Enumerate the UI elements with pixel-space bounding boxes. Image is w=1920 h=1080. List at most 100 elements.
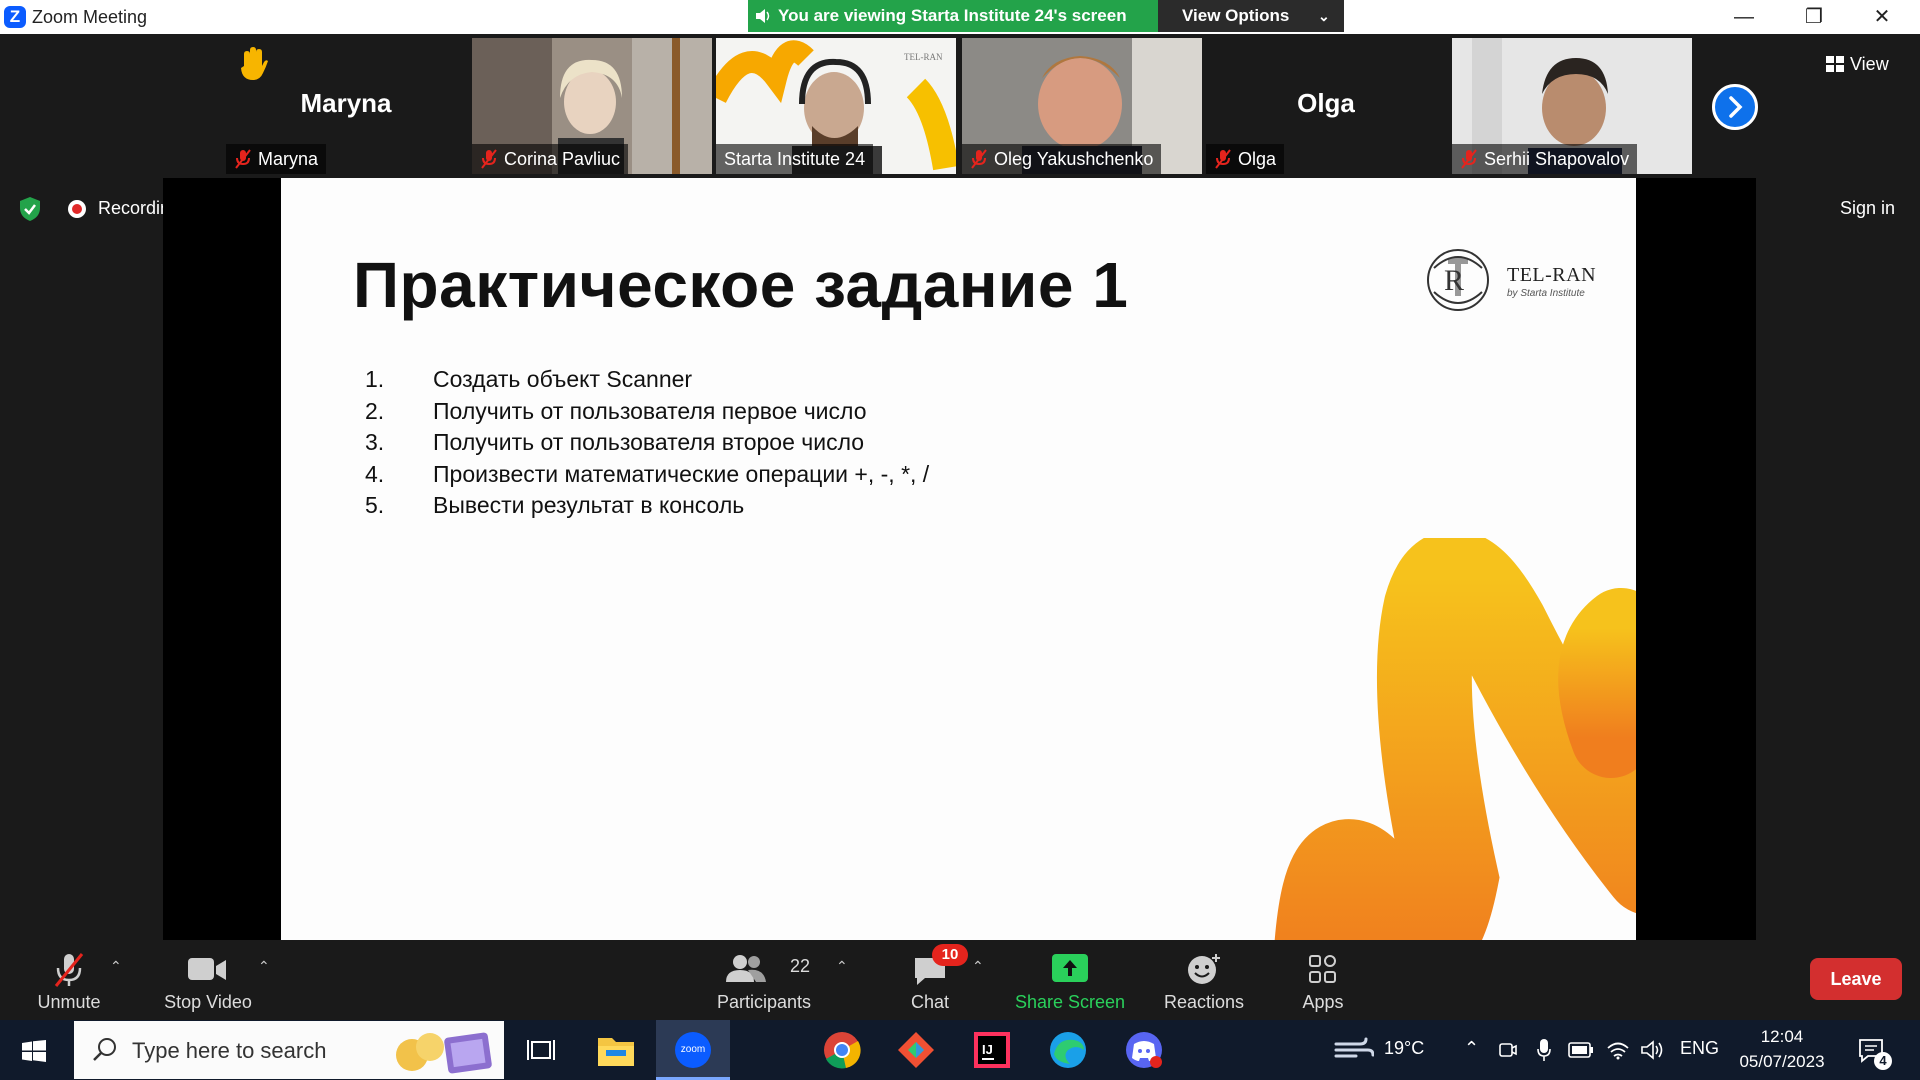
unmute-button[interactable]: Unmute bbox=[24, 942, 114, 1020]
clock-time: 12:04 bbox=[1760, 1027, 1804, 1046]
microphone-icon[interactable] bbox=[1536, 1038, 1552, 1062]
svg-text:TEL-RAN: TEL-RAN bbox=[904, 52, 943, 62]
list-item: 3. Получить от пользователя второе число bbox=[365, 429, 865, 455]
sign-in-link[interactable]: Sign in bbox=[1840, 198, 1895, 219]
windows-start-icon[interactable] bbox=[22, 1040, 46, 1062]
leave-button[interactable]: Leave bbox=[1810, 958, 1902, 1000]
chat-label: Chat bbox=[910, 992, 950, 1012]
reactions-button[interactable]: Reactions bbox=[1156, 942, 1252, 1020]
participants-label: Participants bbox=[716, 992, 812, 1012]
participant-tile-starta[interactable]: TEL-RAN Starta Institute 24 bbox=[716, 38, 956, 174]
close-button[interactable]: ✕ bbox=[1852, 0, 1912, 34]
participant-tile-corina[interactable]: Corina Pavliuc bbox=[472, 38, 712, 174]
grid-view-icon bbox=[1826, 56, 1844, 72]
telran-logo-name: TEL-RAN bbox=[1507, 264, 1597, 286]
search-placeholder: Type here to search bbox=[132, 1038, 327, 1063]
search-highlight-image bbox=[396, 1032, 492, 1074]
presentation-slide: Практическое задание 1 1. Создать объект … bbox=[281, 178, 1636, 940]
muted-mic-icon bbox=[481, 149, 497, 169]
discord-icon[interactable] bbox=[1124, 1030, 1164, 1070]
viewing-screen-banner: You are viewing Starta Institute 24's sc… bbox=[748, 0, 1158, 32]
participant-name: Olga bbox=[1297, 88, 1355, 118]
muted-mic-icon bbox=[971, 149, 987, 169]
task-list: 1. Создать объект Scanner 2. Получить от п… bbox=[365, 364, 929, 522]
svg-text:R: R bbox=[1444, 264, 1464, 297]
video-camera-icon bbox=[188, 958, 226, 980]
participants-button[interactable]: 22 Participants bbox=[712, 942, 816, 1020]
edge-icon[interactable] bbox=[1048, 1030, 1088, 1070]
raised-hand-icon bbox=[241, 47, 268, 80]
view-label: View bbox=[1850, 54, 1889, 74]
participant-caption: Starta Institute 24 bbox=[716, 144, 874, 174]
muted-mic-icon bbox=[1215, 149, 1231, 169]
speaker-icon bbox=[756, 9, 770, 23]
viewing-text: You are viewing Starta Institute 24's sc… bbox=[778, 6, 1127, 25]
meet-now-icon[interactable] bbox=[1498, 1040, 1518, 1060]
git-app-icon[interactable] bbox=[896, 1030, 936, 1070]
chrome-icon[interactable] bbox=[822, 1030, 862, 1070]
search-icon bbox=[93, 1038, 116, 1061]
stop-video-label: Stop Video bbox=[164, 992, 252, 1012]
window-title: Zoom Meeting bbox=[32, 7, 148, 27]
svg-text:IJ: IJ bbox=[982, 1042, 993, 1057]
clock-date: 05/07/2023 bbox=[1739, 1052, 1825, 1071]
taskbar-search[interactable]: Type here to search bbox=[74, 1021, 504, 1079]
next-page-button[interactable] bbox=[1712, 84, 1758, 130]
view-options-label: View Options bbox=[1182, 6, 1290, 25]
share-screen-label: Share Screen bbox=[1014, 992, 1126, 1012]
apps-icon bbox=[1309, 955, 1336, 983]
reactions-label: Reactions bbox=[1163, 992, 1245, 1012]
audio-options-caret[interactable]: ⌃ bbox=[110, 958, 122, 975]
stop-video-button[interactable]: Stop Video bbox=[152, 942, 264, 1020]
weather-temp[interactable]: 19°C bbox=[1384, 1038, 1424, 1059]
intellij-icon[interactable]: IJ bbox=[972, 1030, 1012, 1070]
telran-logo-subtitle: by Starta Institute bbox=[1507, 288, 1585, 299]
view-options-button[interactable]: View Options ⌄ bbox=[1158, 0, 1344, 32]
wifi-icon[interactable] bbox=[1606, 1040, 1630, 1060]
muted-mic-icon bbox=[235, 149, 251, 169]
minimize-button[interactable]: — bbox=[1714, 0, 1774, 34]
participant-tile-oleg[interactable]: Oleg Yakushchenko bbox=[962, 38, 1202, 174]
security-shield-icon[interactable] bbox=[18, 196, 42, 222]
notification-count-badge: 4 bbox=[1874, 1052, 1892, 1070]
restore-button[interactable]: ❐ bbox=[1784, 0, 1844, 34]
list-item: 4. Произвести математические операции +, … bbox=[365, 460, 930, 487]
taskbar-clock[interactable]: 12:04 05/07/2023 bbox=[1736, 1024, 1828, 1074]
reactions-smiley-icon bbox=[1188, 954, 1220, 984]
participant-tile-olga[interactable]: Olga Olga bbox=[1206, 38, 1446, 174]
task-view-icon[interactable] bbox=[526, 1038, 556, 1062]
weather-wind-icon[interactable] bbox=[1334, 1036, 1374, 1064]
file-explorer-icon[interactable] bbox=[596, 1030, 636, 1070]
list-item: 5. Вывести результат в консоль bbox=[365, 492, 745, 518]
zoom-app-icon: zoom bbox=[675, 1032, 711, 1068]
chat-options-caret[interactable]: ⌃ bbox=[972, 958, 984, 975]
share-screen-button[interactable]: Share Screen bbox=[1010, 942, 1130, 1020]
battery-icon[interactable] bbox=[1568, 1042, 1594, 1058]
muted-mic-icon bbox=[1461, 149, 1477, 169]
view-button[interactable]: View bbox=[1820, 46, 1912, 82]
apps-button[interactable]: Apps bbox=[1284, 942, 1362, 1020]
participant-caption: Corina Pavliuc bbox=[472, 144, 629, 174]
chevron-down-icon: ⌄ bbox=[1318, 8, 1330, 24]
participant-name: Maryna bbox=[300, 88, 392, 118]
chevron-right-icon bbox=[1729, 96, 1743, 118]
zoom-taskbar-button[interactable]: zoom bbox=[656, 1020, 730, 1080]
participant-tile-serhii[interactable]: Serhii Shapovalov bbox=[1452, 38, 1692, 174]
apps-label: Apps bbox=[1302, 992, 1344, 1012]
recording-icon bbox=[68, 200, 86, 218]
participant-caption: Oleg Yakushchenko bbox=[962, 144, 1162, 174]
list-item: 1. Создать объект Scanner bbox=[365, 366, 693, 392]
participant-caption: Maryna bbox=[226, 144, 327, 174]
list-item: 2. Получить от пользователя первое число bbox=[365, 397, 867, 424]
tray-chevron-up-icon[interactable]: ⌃ bbox=[1464, 1038, 1479, 1059]
participants-options-caret[interactable]: ⌃ bbox=[836, 958, 848, 975]
volume-icon[interactable] bbox=[1640, 1040, 1664, 1060]
participants-count: 22 bbox=[790, 956, 811, 976]
input-language[interactable]: ENG bbox=[1680, 1038, 1719, 1059]
video-options-caret[interactable]: ⌃ bbox=[258, 958, 270, 975]
participant-tile-maryna[interactable]: Maryna Maryna bbox=[226, 38, 466, 174]
unmute-label: Unmute bbox=[37, 992, 101, 1012]
slide-title: Практическое задание 1 bbox=[353, 249, 1129, 321]
participant-caption: Olga bbox=[1206, 144, 1285, 174]
participants-icon bbox=[726, 955, 766, 982]
